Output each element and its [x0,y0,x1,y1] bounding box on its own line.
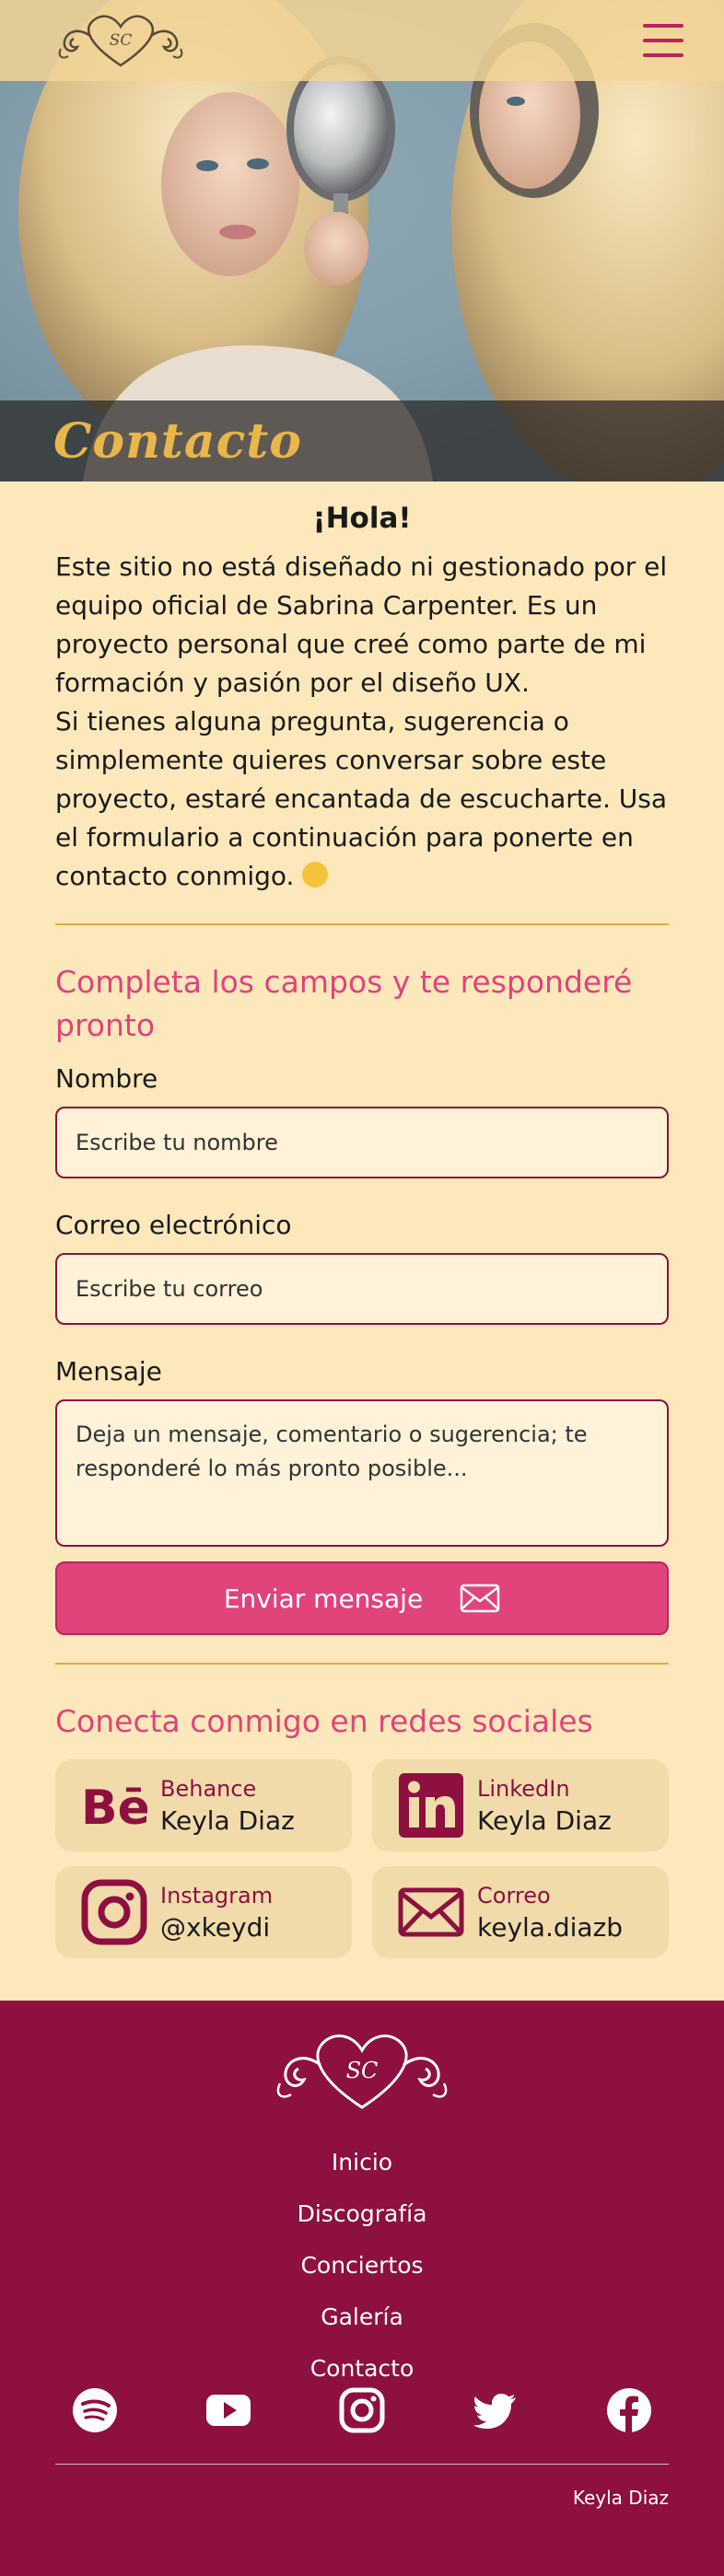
footer: SC Inicio Discografía Conciertos Galería… [0,2001,724,2576]
footer-social-icons [72,2387,652,2433]
card-network: Correo [477,1882,551,1909]
linkedin-icon [398,1772,464,1839]
linkedin-card[interactable]: LinkedIn Keyla Diaz [372,1759,669,1851]
svg-text:Bē: Bē [81,1781,147,1833]
card-network: Instagram [160,1882,274,1909]
message-label: Mensaje [55,1356,162,1387]
svg-text:SC: SC [346,2058,379,2083]
card-network: LinkedIn [477,1775,570,1802]
form-title: Completa los campos y te responderé pron… [55,964,633,1043]
footer-divider [55,2464,669,2465]
intro-paragraph-2-text: Si tienes alguna pregunta, sugerencia o … [55,706,668,891]
name-input[interactable]: Escribe tu nombre [55,1107,669,1178]
intro-section: ¡Hola! Este sitio no está diseñado ni ge… [0,482,724,896]
smile-emoji-icon [302,862,329,888]
logo[interactable]: SC [53,8,188,73]
message-textarea[interactable]: Deja un mensaje, comentario o sugerencia… [55,1399,669,1547]
page-title: Contacto [53,412,302,470]
top-bar: SC [0,0,724,81]
email-input[interactable]: Escribe tu correo [55,1253,669,1325]
email-card[interactable]: Correo keyla.diazb [372,1866,669,1958]
behance-icon: Bē [81,1772,147,1839]
send-message-label: Enviar mensaje [223,1583,424,1614]
name-label: Nombre [55,1063,158,1094]
instagram-card[interactable]: Instagram @xkeydi [55,1866,352,1958]
footer-nav: Inicio Discografía Conciertos Galería Co… [0,2137,724,2395]
social-section: Conecta conmigo en redes sociales Bē Beh… [0,1665,724,1958]
footer-link-inicio[interactable]: Inicio [0,2137,724,2188]
footer-logo[interactable]: SC [269,2025,455,2117]
spotify-icon[interactable] [72,2387,118,2433]
footer-link-galeria[interactable]: Galería [0,2292,724,2343]
intro-paragraph-2: Si tienes alguna pregunta, sugerencia o … [55,702,669,896]
social-cards: Bē Behance Keyla Diaz LinkedIn Keyla Dia… [55,1759,669,1958]
greeting-heading: ¡Hola! [312,502,412,535]
card-value: Keyla Diaz [477,1804,612,1836]
social-title: Conecta conmigo en redes sociales [55,1703,593,1739]
card-network: Behance [160,1775,257,1802]
footer-link-conciertos[interactable]: Conciertos [0,2240,724,2292]
mail-icon [398,1879,464,1945]
twitter-icon[interactable] [473,2387,519,2433]
card-value: @xkeydi [160,1911,271,1943]
svg-text:SC: SC [110,31,133,50]
intro-paragraph-1: Este sitio no está diseñado ni gestionad… [55,551,668,698]
instagram-icon [81,1879,147,1945]
footer-link-discografia[interactable]: Discografía [0,2188,724,2240]
hamburger-icon[interactable] [643,24,683,57]
contact-form: Completa los campos y te responderé pron… [0,925,724,1635]
card-value: Keyla Diaz [160,1804,295,1836]
facebook-icon[interactable] [606,2387,652,2433]
hero-title-bar: Contacto [0,400,724,482]
footer-credit: Keyla Diaz [572,2487,669,2509]
card-value: keyla.diazb [477,1911,624,1943]
instagram-icon[interactable] [339,2387,385,2433]
behance-card[interactable]: Bē Behance Keyla Diaz [55,1759,352,1851]
email-label: Correo electrónico [55,1210,292,1240]
mail-icon [460,1584,500,1613]
send-message-button[interactable]: Enviar mensaje [55,1561,669,1635]
youtube-icon[interactable] [205,2387,251,2433]
